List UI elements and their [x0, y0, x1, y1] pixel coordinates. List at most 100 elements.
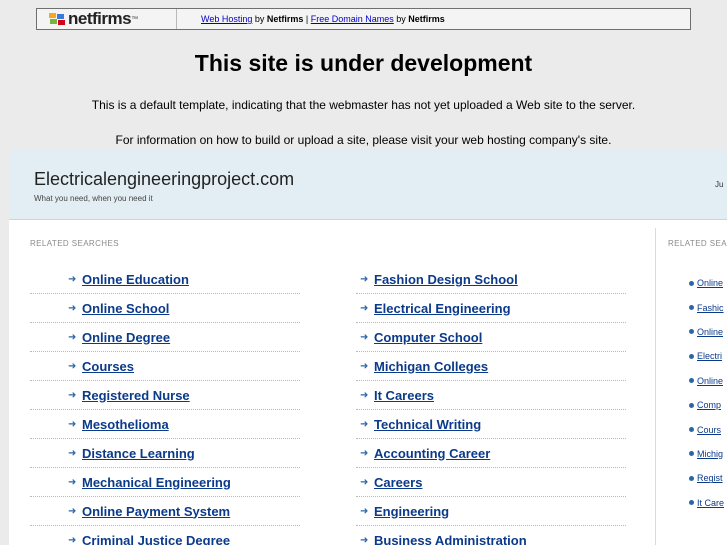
search-link[interactable]: Technical Writing: [374, 417, 481, 432]
side-list-item[interactable]: Cours: [689, 417, 727, 441]
list-item[interactable]: ➜ Online Degree: [30, 323, 300, 352]
site-name[interactable]: Electricalengineeringproject.com: [34, 169, 294, 190]
side-list-item[interactable]: Online: [689, 369, 727, 393]
list-item[interactable]: ➜ Online School: [30, 294, 300, 323]
search-link[interactable]: Online Degree: [82, 330, 170, 345]
netfirms-logo-text: netfirms: [68, 9, 132, 28]
by-text: by: [252, 14, 267, 24]
list-item[interactable]: ➜ Mesothelioma: [30, 410, 300, 439]
search-link[interactable]: It Careers: [374, 388, 434, 403]
list-item[interactable]: ➜ Electrical Engineering: [356, 294, 626, 323]
netfirms-brand: Netfirms: [408, 14, 445, 24]
arrow-right-icon: ➜: [360, 360, 369, 372]
side-related-heading: RELATED SEA: [668, 239, 727, 248]
list-item[interactable]: ➜ Courses: [30, 352, 300, 381]
list-item[interactable]: ➜ It Careers: [356, 381, 626, 410]
arrow-right-icon: ➜: [360, 273, 369, 285]
side-list-item[interactable]: Online: [689, 271, 727, 295]
search-link[interactable]: Online Education: [82, 272, 189, 287]
side-list-item[interactable]: Electri: [689, 344, 727, 368]
netfirms-logo[interactable]: netfirms ™: [37, 9, 177, 29]
list-item[interactable]: ➜ Careers: [356, 468, 626, 497]
side-list-item[interactable]: Comp: [689, 393, 727, 417]
list-item[interactable]: ➜ Computer School: [356, 323, 626, 352]
search-link[interactable]: Business Administration: [374, 533, 527, 545]
netfirms-brand: Netfirms: [266, 14, 304, 24]
list-item[interactable]: ➜ Online Payment System: [30, 497, 300, 526]
search-link[interactable]: Online School: [82, 301, 169, 316]
arrow-right-icon: ➜: [360, 331, 369, 343]
search-link[interactable]: Electrical Engineering: [374, 301, 511, 316]
side-link[interactable]: Fashic: [697, 303, 724, 313]
list-item[interactable]: ➜ Registered Nurse: [30, 381, 300, 410]
site-tagline: What you need, when you need it: [34, 194, 153, 203]
netfirms-banner: netfirms ™ Web Hosting by Netfirms | Free…: [36, 8, 691, 30]
search-link[interactable]: Criminal Justice Degree: [82, 533, 230, 545]
list-item[interactable]: ➜ Business Administration: [356, 526, 626, 545]
side-link[interactable]: It Care: [697, 498, 724, 508]
search-link[interactable]: Online Payment System: [82, 504, 230, 519]
side-link[interactable]: Online: [697, 278, 723, 288]
side-list-item[interactable]: Michig: [689, 442, 727, 466]
search-link[interactable]: Careers: [374, 475, 422, 490]
parked-page-frame: Electricalengineeringproject.com What yo…: [9, 150, 727, 545]
search-link[interactable]: Fashion Design School: [374, 272, 518, 287]
side-related-list: Online Fashic Online Electri Online Comp…: [689, 271, 727, 515]
arrow-right-icon: ➜: [360, 302, 369, 314]
side-list-item[interactable]: Online: [689, 320, 727, 344]
list-item[interactable]: ➜ Criminal Justice Degree: [30, 526, 300, 545]
dot-icon: [689, 353, 694, 359]
list-item[interactable]: ➜ Fashion Design School: [356, 265, 626, 294]
list-item[interactable]: ➜ Mechanical Engineering: [30, 468, 300, 497]
side-link[interactable]: Electri: [697, 351, 722, 361]
side-list-item[interactable]: Fashic: [689, 295, 727, 319]
side-link[interactable]: Regist: [697, 473, 723, 483]
side-link[interactable]: Comp: [697, 400, 721, 410]
arrow-right-icon: ➜: [360, 476, 369, 488]
list-item[interactable]: ➜ Engineering: [356, 497, 626, 526]
search-link[interactable]: Mesothelioma: [82, 417, 169, 432]
notice-line-1: This is a default template, indicating t…: [91, 98, 636, 112]
parked-header: Electricalengineeringproject.com What yo…: [9, 150, 727, 220]
separator: |: [303, 14, 311, 24]
dot-icon: [689, 329, 694, 335]
web-hosting-link[interactable]: Web Hosting: [201, 14, 252, 24]
arrow-right-icon: ➜: [360, 447, 369, 459]
arrow-right-icon: ➜: [360, 418, 369, 430]
search-link[interactable]: Courses: [82, 359, 134, 374]
search-link[interactable]: Engineering: [374, 504, 449, 519]
arrow-right-icon: ➜: [68, 418, 77, 430]
by-text: by: [393, 14, 409, 24]
list-item[interactable]: ➜ Online Education: [30, 265, 300, 294]
list-item[interactable]: ➜ Technical Writing: [356, 410, 626, 439]
arrow-right-icon: ➜: [68, 360, 77, 372]
side-link[interactable]: Michig: [697, 449, 723, 459]
dot-icon: [689, 402, 694, 408]
side-link[interactable]: Cours: [697, 425, 721, 435]
side-list-item[interactable]: Regist: [689, 466, 727, 490]
related-searches-heading: RELATED SEARCHES: [30, 239, 119, 248]
list-item[interactable]: ➜ Distance Learning: [30, 439, 300, 468]
dot-icon: [689, 280, 694, 286]
free-domain-names-link[interactable]: Free Domain Names: [311, 14, 394, 24]
search-link[interactable]: Michigan Colleges: [374, 359, 488, 374]
search-link[interactable]: Registered Nurse: [82, 388, 190, 403]
arrow-right-icon: ➜: [68, 302, 77, 314]
search-link[interactable]: Computer School: [374, 330, 482, 345]
search-link[interactable]: Distance Learning: [82, 446, 195, 461]
arrow-right-icon: ➜: [360, 505, 369, 517]
search-link[interactable]: Mechanical Engineering: [82, 475, 231, 490]
dot-icon: [689, 305, 694, 311]
search-link[interactable]: Accounting Career: [374, 446, 490, 461]
netfirms-flag-icon: [49, 13, 65, 25]
related-searches-left: ➜ Online Education ➜ Online School ➜ Online…: [30, 265, 300, 545]
list-item[interactable]: ➜ Michigan Colleges: [356, 352, 626, 381]
dot-icon: [689, 451, 694, 457]
side-list-item[interactable]: It Care: [689, 491, 727, 515]
side-link[interactable]: Online: [697, 376, 723, 386]
side-link[interactable]: Online: [697, 327, 723, 337]
list-item[interactable]: ➜ Accounting Career: [356, 439, 626, 468]
header-right-text: Ju: [715, 180, 724, 189]
arrow-right-icon: ➜: [68, 273, 77, 285]
arrow-right-icon: ➜: [68, 505, 77, 517]
